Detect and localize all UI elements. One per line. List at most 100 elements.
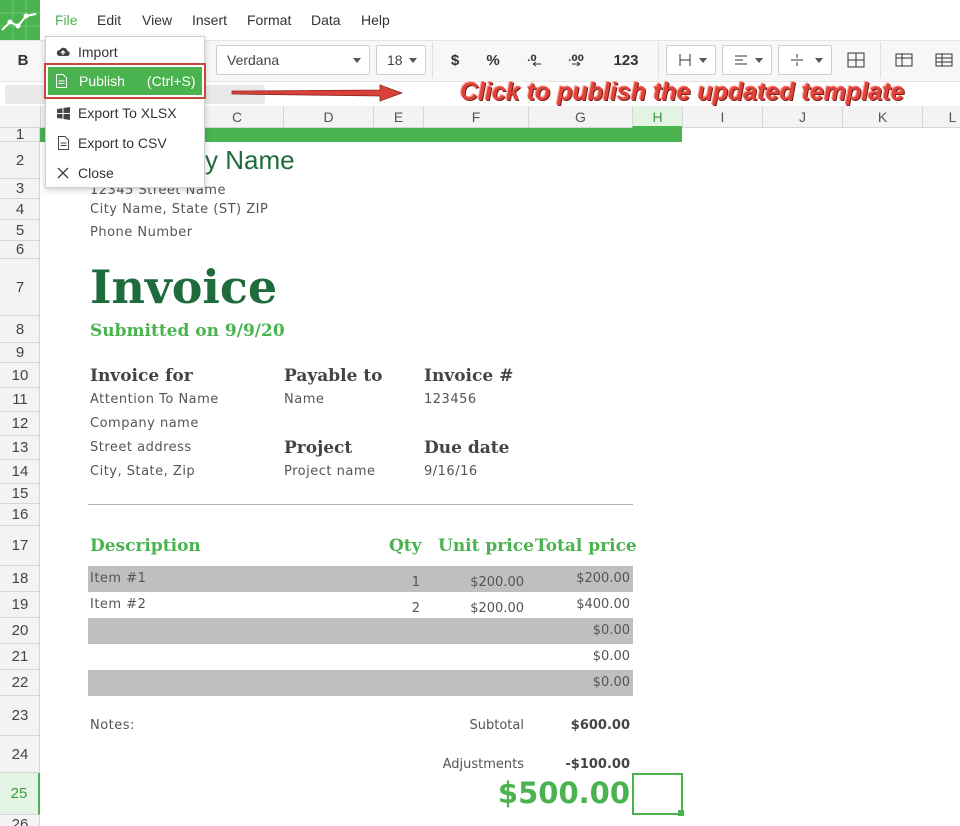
city-line[interactable]: City Name, State (ST) ZIP	[90, 202, 268, 217]
row-header[interactable]: 9	[0, 343, 40, 363]
column-header-j[interactable]: J	[762, 106, 842, 128]
project-name[interactable]: Project name	[284, 464, 375, 479]
grand-total[interactable]: $500.00	[430, 776, 630, 810]
menu-view[interactable]: View	[142, 12, 172, 28]
item-qty[interactable]: 1	[380, 575, 420, 590]
table-icon[interactable]	[930, 40, 958, 80]
row-header[interactable]: 24	[0, 736, 40, 773]
row-header[interactable]: 7	[0, 259, 40, 316]
font-family-select[interactable]: Verdana	[216, 45, 370, 75]
menu-insert[interactable]: Insert	[192, 12, 227, 28]
row-header[interactable]: 20	[0, 618, 40, 644]
row-header[interactable]: 17	[0, 526, 40, 566]
submitted-date[interactable]: Submitted on 9/9/20	[90, 321, 285, 341]
menu-data[interactable]: Data	[311, 12, 341, 28]
due-date-label[interactable]: Due date	[424, 438, 509, 458]
row-header[interactable]: 1	[0, 126, 40, 143]
item-unit-price[interactable]: $200.00	[430, 575, 524, 590]
row-header[interactable]: 18	[0, 566, 40, 592]
row-header[interactable]: 6	[0, 241, 40, 259]
menu-help[interactable]: Help	[361, 12, 390, 28]
total-price-header[interactable]: Total price	[535, 536, 637, 556]
item-total[interactable]: $0.00	[530, 675, 630, 690]
row-header[interactable]: 15	[0, 484, 40, 504]
menu-format[interactable]: Format	[247, 12, 291, 28]
item-qty[interactable]: 2	[380, 601, 420, 616]
increase-decimal-icon[interactable]: .00	[562, 40, 592, 80]
due-date[interactable]: 9/16/16	[424, 464, 478, 479]
number-format-button[interactable]: 123	[606, 40, 646, 80]
column-header-k[interactable]: K	[842, 106, 922, 128]
item-description[interactable]: Item #1	[90, 571, 146, 586]
valign-dropdown[interactable]	[778, 45, 832, 75]
company-name-field[interactable]: Company name	[90, 416, 199, 431]
row-header[interactable]: 22	[0, 670, 40, 696]
payable-name[interactable]: Name	[284, 392, 324, 407]
invoice-title[interactable]: Invoice	[90, 260, 277, 314]
row-header[interactable]: 5	[0, 220, 40, 241]
invoice-for-label[interactable]: Invoice for	[90, 366, 193, 386]
qty-header[interactable]: Qty	[389, 536, 422, 556]
item-total[interactable]: $0.00	[530, 623, 630, 638]
row-header[interactable]: 8	[0, 316, 40, 343]
currency-button[interactable]: $	[440, 40, 470, 80]
menu-item-export-xlsx[interactable]: Export To XLSX	[46, 98, 204, 128]
street-address-field[interactable]: Street address	[90, 440, 192, 455]
payable-to-label[interactable]: Payable to	[284, 366, 383, 386]
menu-file[interactable]: File	[55, 12, 78, 28]
row-header[interactable]: 13	[0, 436, 40, 460]
item-total[interactable]: $400.00	[530, 597, 630, 612]
item-total[interactable]: $200.00	[530, 571, 630, 586]
attention-to[interactable]: Attention To Name	[90, 392, 219, 407]
percent-button[interactable]: %	[478, 40, 508, 80]
decrease-decimal-icon[interactable]: .0	[520, 40, 550, 80]
font-size-select[interactable]: 18	[376, 45, 426, 75]
freeze-icon[interactable]	[890, 40, 918, 80]
bold-button[interactable]: B	[10, 40, 36, 80]
row-header[interactable]: 3	[0, 179, 40, 199]
row-header[interactable]: 19	[0, 592, 40, 618]
row-header[interactable]: 14	[0, 460, 40, 484]
align-dropdown[interactable]	[722, 45, 772, 75]
column-header-g[interactable]: G	[528, 106, 632, 128]
selected-cell[interactable]	[632, 773, 683, 815]
column-header-f[interactable]: F	[423, 106, 528, 128]
project-label[interactable]: Project	[284, 438, 352, 458]
subtotal-label[interactable]: Subtotal	[430, 718, 524, 733]
item-total[interactable]: $0.00	[530, 649, 630, 664]
row-header[interactable]: 16	[0, 504, 40, 526]
invoice-number[interactable]: 123456	[424, 392, 477, 407]
row-header[interactable]: 11	[0, 388, 40, 412]
row-header[interactable]: 2	[0, 142, 40, 179]
city-state-zip[interactable]: City, State, Zip	[90, 464, 195, 479]
item-unit-price[interactable]: $200.00	[430, 601, 524, 616]
column-header-h[interactable]: H	[632, 106, 682, 128]
fill-handle[interactable]	[678, 810, 684, 816]
merge-cells-icon[interactable]	[842, 40, 870, 80]
column-header-e[interactable]: E	[373, 106, 423, 128]
subtotal-value[interactable]: $600.00	[530, 718, 630, 733]
adjustments-label[interactable]: Adjustments	[420, 757, 524, 772]
menu-item-export-csv[interactable]: Export to CSV	[46, 128, 204, 158]
phone-number[interactable]: Phone Number	[90, 225, 193, 240]
row-header[interactable]: 25	[0, 773, 40, 815]
description-header[interactable]: Description	[90, 536, 201, 556]
unit-price-header[interactable]: Unit price	[438, 536, 534, 556]
item-description[interactable]: Item #2	[90, 597, 146, 612]
menu-item-publish[interactable]: Publish (Ctrl+S)	[44, 63, 206, 99]
column-header-i[interactable]: I	[682, 106, 762, 128]
column-header-l[interactable]: L	[922, 106, 960, 128]
row-header[interactable]: 10	[0, 363, 40, 388]
row-header[interactable]: 26	[0, 815, 40, 826]
row-header[interactable]: 21	[0, 644, 40, 670]
borders-dropdown[interactable]	[666, 45, 716, 75]
menu-edit[interactable]: Edit	[97, 12, 121, 28]
notes-label[interactable]: Notes:	[90, 718, 135, 733]
row-header[interactable]: 12	[0, 412, 40, 436]
company-name[interactable]: y Name	[205, 145, 295, 176]
adjustments-value[interactable]: -$100.00	[530, 757, 630, 772]
column-header-d[interactable]: D	[283, 106, 373, 128]
row-header[interactable]: 4	[0, 199, 40, 220]
invoice-number-label[interactable]: Invoice #	[424, 366, 513, 386]
row-header[interactable]: 23	[0, 696, 40, 736]
